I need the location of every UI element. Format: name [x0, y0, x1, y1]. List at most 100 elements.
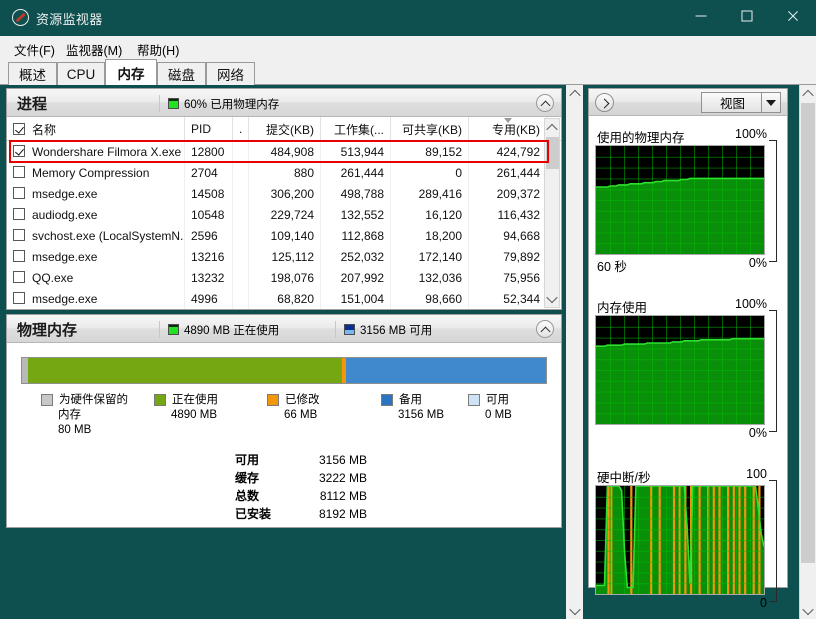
column-header-wset[interactable]: 工作集(... [321, 117, 391, 141]
left-pane-scrollbar[interactable] [566, 85, 583, 619]
stat-key: 已安装 [235, 505, 297, 523]
menu-item-2[interactable]: 帮助(H) [133, 39, 183, 60]
column-header-private[interactable]: 专用(KB) [469, 117, 547, 141]
graph-axis-bracket [769, 310, 777, 432]
select-all-checkbox[interactable] [13, 123, 25, 135]
cell-value: 98,660 [419, 292, 468, 306]
cell-value: 209,372 [491, 187, 546, 201]
row-checkbox[interactable] [13, 187, 25, 199]
sort-indicator-icon [504, 118, 513, 123]
cell-pid: 14508 [185, 183, 233, 204]
right-pane-scroll-thumb[interactable] [801, 103, 815, 563]
cell-commit: 109,140 [249, 225, 321, 246]
memory-stat-row-1: 缓存3222 MB [235, 469, 367, 487]
memory-stat-row-3: 已安装8192 MB [235, 505, 367, 523]
row-checkbox[interactable] [13, 166, 25, 178]
processes-panel-title: 进程 [17, 93, 47, 114]
chevron-down-icon[interactable] [545, 290, 559, 307]
processes-table-header: 名称PID.提交(KB) 工作集(...可共享(KB) 专用(KB) [7, 117, 561, 141]
column-header-label: 工作集(... [328, 121, 390, 138]
row-checkbox[interactable] [13, 208, 25, 220]
table-row[interactable]: QQ.exe13232198,076207,992132,03675,956 [7, 267, 561, 288]
table-row[interactable]: msedge.exe14508306,200498,788289,416209,… [7, 183, 561, 204]
column-header-spacer[interactable]: . [233, 117, 249, 141]
graph-label-row: 内存使用100% [595, 296, 781, 315]
close-button[interactable] [770, 0, 816, 32]
row-checkbox[interactable] [13, 229, 25, 241]
chevron-up-icon[interactable] [800, 85, 816, 102]
right-pane-scrollbar[interactable] [799, 85, 816, 619]
maximize-button[interactable] [724, 0, 770, 32]
table-row[interactable]: msedge.exe13216125,112252,032172,14079,8… [7, 246, 561, 267]
table-row[interactable]: audiodg.exe10548229,724132,55216,120116,… [7, 204, 561, 225]
tab-概述[interactable]: 概述 [8, 62, 57, 85]
physical-memory-collapse-icon[interactable] [536, 320, 554, 338]
row-checkbox[interactable] [13, 271, 25, 283]
physical-memory-panel-title: 物理内存 [17, 319, 77, 340]
cell-pid: 10548 [185, 204, 233, 225]
view-button-label: 视图 [702, 93, 761, 112]
processes-collapse-icon[interactable] [536, 94, 554, 112]
column-header-name[interactable]: 名称 [7, 117, 185, 141]
minimize-button[interactable] [678, 0, 724, 32]
memory-segment-standby [346, 358, 546, 383]
cell-pid: 2704 [185, 162, 233, 183]
cell-share: 89,152 [391, 141, 469, 162]
available-swatch [344, 324, 355, 335]
table-row[interactable]: Memory Compression2704880261,4440261,444 [7, 162, 561, 183]
process-list-scrollbar[interactable] [544, 118, 560, 308]
stat-value: 3222 MB [297, 469, 367, 487]
memory-segment-in_use [28, 358, 341, 383]
row-checkbox[interactable] [13, 145, 25, 157]
column-header-share[interactable]: 可共享(KB) [391, 117, 469, 141]
memory-stat-row-2: 总数8112 MB [235, 487, 367, 505]
table-row[interactable]: svchost.exe (LocalSystemN...2596109,1401… [7, 225, 561, 246]
legend-value: 80 MB [58, 423, 151, 438]
chevron-down-icon[interactable] [566, 602, 583, 619]
column-header-pid[interactable]: PID [185, 117, 233, 141]
row-checkbox[interactable] [13, 292, 25, 304]
processes-panel-header[interactable]: 进程 60% 已用物理内存 [7, 89, 561, 117]
process-list-scroll-thumb[interactable] [546, 137, 559, 169]
graph-title: 内存使用 [597, 297, 647, 316]
cell-value: 75,956 [497, 271, 546, 285]
chevron-down-icon[interactable] [800, 602, 816, 619]
column-header-commit[interactable]: 提交(KB) [249, 117, 321, 141]
physical-memory-panel: 物理内存 4890 MB 正在使用 3156 MB 可用 为硬件保留的内存80 … [6, 314, 562, 528]
cell-private: 52,344 [469, 288, 547, 309]
graph-svg [596, 486, 764, 594]
view-button[interactable]: 视图 [701, 92, 781, 113]
cell-value: 68,820 [271, 292, 320, 306]
cell-value: 261,444 [335, 166, 390, 180]
menu-item-1[interactable]: 监视器(M) [62, 39, 126, 60]
cell-spacer [233, 141, 249, 162]
cell-name: svchost.exe (LocalSystemN... [7, 225, 185, 246]
graph-plot [595, 145, 765, 255]
menu-item-0[interactable]: 文件(F) [10, 39, 59, 60]
graph-title: 使用的物理内存 [597, 127, 685, 146]
column-header-label: 专用(KB) [486, 121, 546, 138]
table-row[interactable]: msedge.exe499668,820151,00498,66052,344 [7, 288, 561, 309]
tab-CPU[interactable]: CPU [57, 62, 105, 85]
cell-value: 498,788 [335, 187, 390, 201]
cell-spacer [233, 225, 249, 246]
row-checkbox[interactable] [13, 250, 25, 262]
cell-value: 10548 [185, 208, 230, 222]
cell-value: 2596 [185, 229, 224, 243]
graph-title: 硬中断/秒 [597, 467, 650, 486]
cell-spacer [233, 162, 249, 183]
chevron-down-icon[interactable] [761, 93, 780, 112]
processes-table-body: Wondershare Filmora X.exe12800484,908513… [7, 141, 561, 309]
chevron-up-icon[interactable] [545, 119, 559, 136]
chevron-right-icon[interactable] [595, 93, 614, 112]
physical-memory-panel-header[interactable]: 物理内存 4890 MB 正在使用 3156 MB 可用 [7, 315, 561, 343]
chevron-up-icon[interactable] [566, 85, 583, 102]
graph-1: 内存使用100%0% [595, 296, 781, 444]
tab-网络[interactable]: 网络 [206, 62, 255, 85]
cell-share: 172,140 [391, 246, 469, 267]
memory-bar [21, 357, 547, 384]
tab-磁盘[interactable]: 磁盘 [157, 62, 206, 85]
tab-内存[interactable]: 内存 [105, 59, 157, 85]
legend-value: 4890 MB [171, 408, 264, 423]
table-row[interactable]: Wondershare Filmora X.exe12800484,908513… [7, 141, 561, 162]
